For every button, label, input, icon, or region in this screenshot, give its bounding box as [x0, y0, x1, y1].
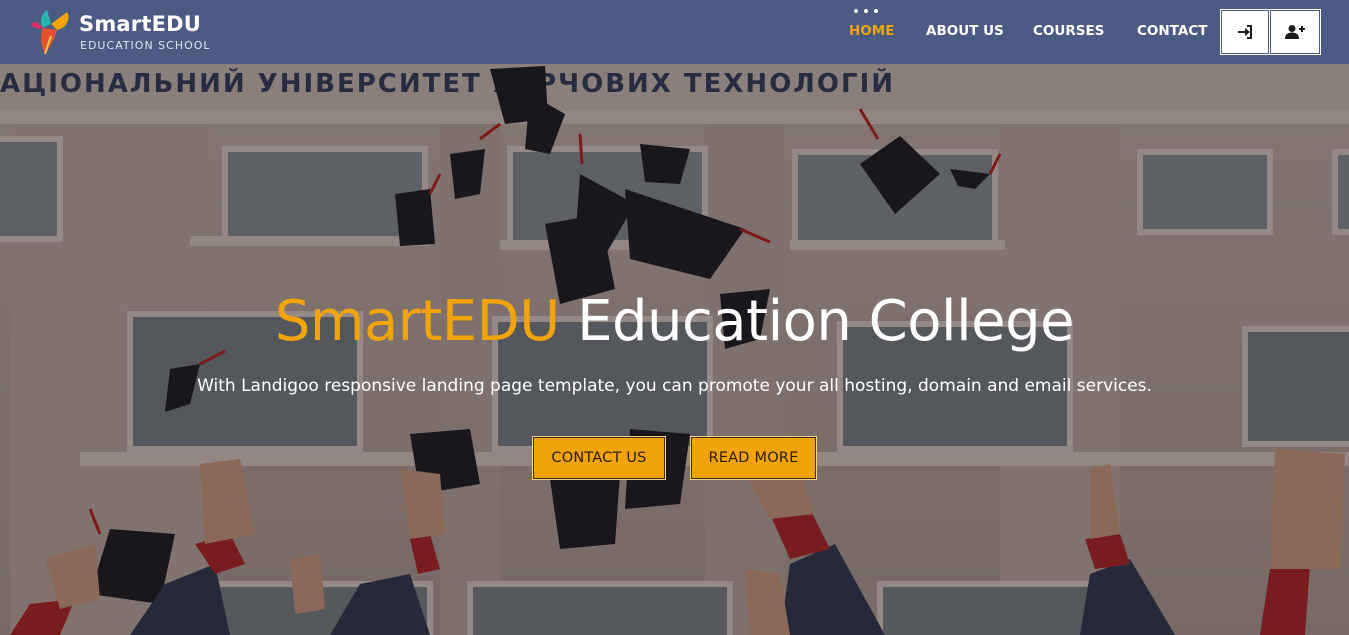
- logo-mark-icon: [31, 10, 69, 55]
- nav-home[interactable]: HOME: [849, 9, 895, 39]
- hero-title-rest: Education College: [577, 289, 1075, 354]
- login-button[interactable]: [1220, 9, 1270, 55]
- brand-subtitle: EDUCATION SCHOOL: [80, 39, 211, 52]
- contact-us-button[interactable]: CONTACT US: [532, 436, 666, 480]
- sign-in-icon: [1238, 25, 1252, 39]
- user-plus-icon: [1285, 25, 1305, 39]
- brand-title: SmartEDU: [79, 12, 202, 36]
- active-indicator-icon: [854, 9, 884, 15]
- nav-home-label: HOME: [849, 23, 895, 39]
- hero-subtitle: With Landigoo responsive landing page te…: [197, 376, 1152, 396]
- top-navbar: SmartEDU EDUCATION SCHOOL HOME ABOUT US …: [0, 0, 1349, 64]
- register-button[interactable]: [1269, 9, 1321, 55]
- hero-section: АЦІОНАЛЬНИЙ УНІВЕРСИТЕТ ХАРЧОВИХ ТЕХНОЛО…: [0, 64, 1349, 635]
- nav-contact[interactable]: CONTACT: [1137, 23, 1207, 39]
- nav-courses[interactable]: COURSES: [1033, 23, 1104, 39]
- hero-title: SmartEDU Education College: [0, 289, 1349, 354]
- nav-about-us[interactable]: ABOUT US: [926, 23, 1004, 39]
- read-more-button[interactable]: READ MORE: [690, 436, 817, 480]
- brand-logo[interactable]: SmartEDU EDUCATION SCHOOL: [27, 6, 227, 58]
- hero-title-brand: SmartEDU: [274, 289, 560, 354]
